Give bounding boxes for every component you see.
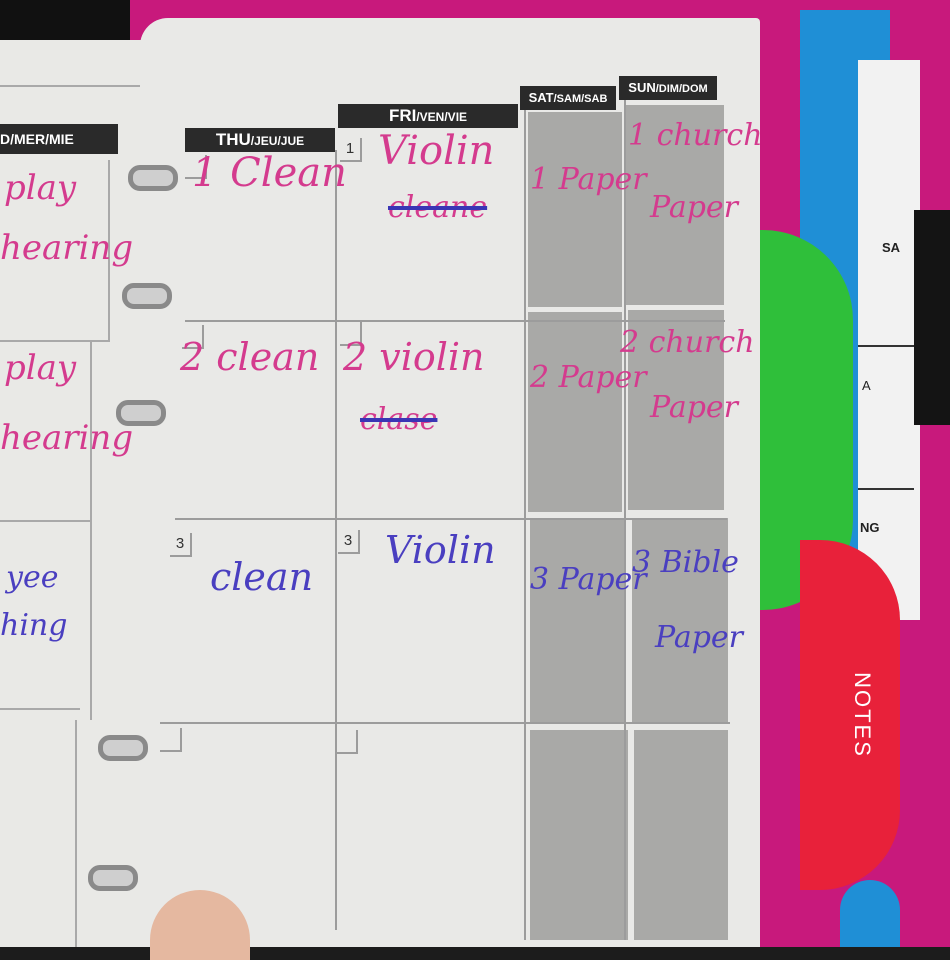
header-sun-main: SUN <box>628 80 656 95</box>
header-thu-rest: /JEU/JUE <box>250 134 305 148</box>
entry-fri-row2: 2 violin <box>343 335 485 379</box>
entry-fri-row1: Violin <box>378 128 495 174</box>
entry-sun-row2-b: Paper <box>650 390 739 425</box>
left-page-rule <box>0 340 110 342</box>
grid-divider <box>624 100 626 940</box>
entry-fri-row1-crossed: cleane <box>388 190 488 225</box>
sheet-label-ng: NG <box>860 520 880 535</box>
sat-shade <box>528 312 622 512</box>
sat-shade <box>528 112 622 307</box>
left-page-rule <box>0 520 90 522</box>
entry-fri-row2-crossed: clase <box>360 402 438 437</box>
grid-row-line <box>175 518 727 520</box>
left-entry: play <box>4 348 77 388</box>
left-entry: hearing <box>0 418 134 458</box>
entry-sat-row2: 2 Paper <box>530 360 647 395</box>
left-page-rule <box>0 85 150 87</box>
left-entry: hearing <box>0 228 134 268</box>
header-sun-rest: /DIM/DOM <box>655 83 708 95</box>
date-box: 3 <box>338 530 360 554</box>
entry-thu-row3: clean <box>210 555 314 599</box>
left-entry: play <box>4 168 77 208</box>
left-page-divider <box>75 720 77 947</box>
left-page-divider <box>90 340 92 720</box>
sat-shade <box>530 730 628 940</box>
grid-divider <box>335 150 337 930</box>
header-thu: THU/JEU/JUE <box>185 128 335 152</box>
sat-shade <box>530 518 626 723</box>
sheet-rule <box>858 488 914 490</box>
entry-thu-row1: 1 Clean <box>192 150 347 196</box>
entry-sun-row2: 2 church <box>620 325 755 360</box>
entry-sat-row3: 3 Paper <box>530 562 647 597</box>
date-box <box>160 728 182 752</box>
binder-ring <box>116 400 166 426</box>
white-insert-sheet <box>858 60 920 620</box>
header-sat: SAT/SAM/SAB <box>520 86 616 110</box>
binder-ring <box>128 165 178 191</box>
entry-thu-row2: 2 clean <box>180 335 320 379</box>
sun-shade <box>634 730 728 940</box>
header-sat-main: SAT <box>528 90 554 105</box>
header-sun: SUN/DIM/DOM <box>619 76 717 100</box>
entry-sun-row1: 1 church <box>628 118 763 153</box>
binder-ring <box>88 865 138 891</box>
entry-sun-row3-b: Paper <box>655 620 744 655</box>
sheet-label-a: A <box>862 378 871 393</box>
entry-fri-row3: Violin <box>385 528 496 572</box>
binder-ring <box>98 735 148 761</box>
date-box: 3 <box>170 533 192 557</box>
left-page-rule <box>0 708 80 710</box>
grid-divider <box>524 110 526 940</box>
dark-corner <box>0 0 130 40</box>
blue-divider-tab-bottom[interactable] <box>840 880 900 947</box>
left-day-header: D/MER/MIE <box>0 124 118 154</box>
left-entry: hing <box>0 608 68 643</box>
black-strip <box>914 210 950 425</box>
sheet-label-sa: SA <box>882 240 901 255</box>
entry-sun-row3: 3 Bible <box>632 545 739 580</box>
date-box <box>336 730 358 754</box>
sheet-rule <box>858 345 914 347</box>
header-sat-rest: /SAM/SAB <box>553 93 608 105</box>
binder-ring <box>122 283 172 309</box>
header-thu-main: THU <box>215 130 251 149</box>
entry-sat-row1: 1 Paper <box>530 162 647 197</box>
grid-row-line <box>185 320 725 322</box>
header-fri: FRI/VEN/VIE <box>338 104 518 128</box>
notes-tab-label: NOTES <box>850 672 875 758</box>
header-fri-rest: /VEN/VIE <box>416 110 468 124</box>
grid-row-line <box>160 722 730 724</box>
header-fri-main: FRI <box>388 106 417 125</box>
entry-sun-row1-b: Paper <box>650 190 739 225</box>
left-entry: yee <box>6 560 59 595</box>
